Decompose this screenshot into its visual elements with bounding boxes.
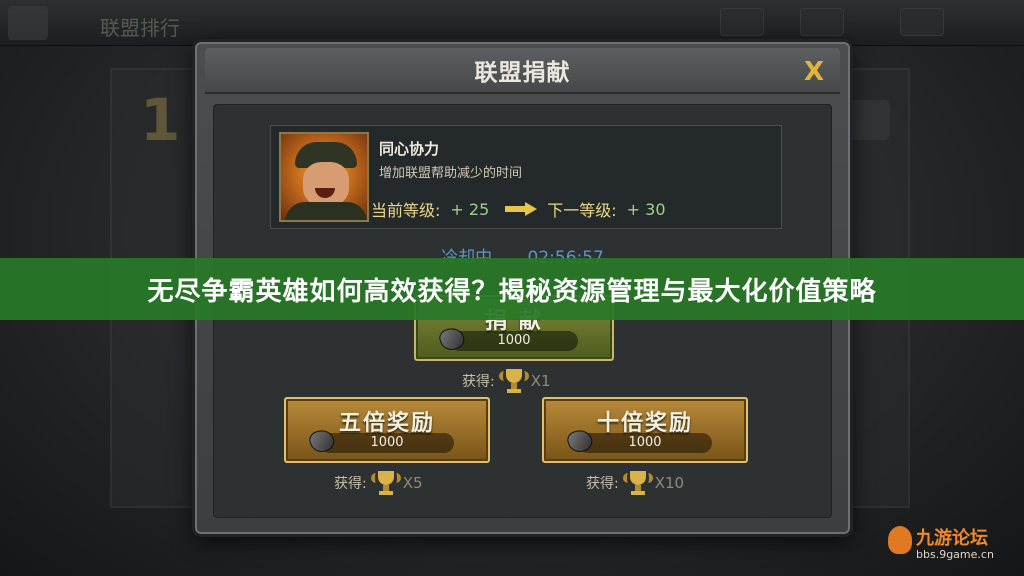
skill-description: 增加联盟帮助减少的时间 — [379, 166, 523, 181]
background-rank: 1 — [140, 86, 181, 154]
five-times-cost: 1000 — [306, 426, 454, 456]
nine-game-logo-icon — [888, 526, 912, 554]
current-level-label: 当前等级: — [371, 201, 441, 220]
ten-times-cost: 1000 — [564, 426, 712, 456]
trophy-icon — [498, 367, 529, 395]
watermark-title: 九游论坛 — [916, 528, 988, 549]
five-times-reward: 获得: X5 — [334, 469, 423, 497]
five-times-reward-label: 获得: — [334, 476, 367, 492]
ten-times-reward-multiplier: X10 — [654, 474, 685, 492]
site-watermark: 九游论坛 bbs.9game.cn — [888, 524, 1008, 566]
level-row: 当前等级: + 25 下一等级: + 30 — [371, 196, 775, 222]
dialog-header: 联盟捐献 X — [205, 48, 840, 94]
portrait-coat — [285, 202, 367, 220]
donate-reward: 获得: X1 — [462, 367, 551, 395]
donate-cost: 1000 — [436, 324, 578, 354]
arrow-right-icon — [505, 202, 539, 216]
background-check-icon — [850, 100, 890, 140]
officer-portrait — [279, 132, 369, 222]
close-button[interactable]: X — [798, 56, 830, 88]
trophy-icon — [370, 469, 401, 497]
settings-icon — [900, 8, 944, 36]
next-level-label: 下一等级: — [547, 201, 617, 220]
watermark-url: bbs.9game.cn — [916, 548, 994, 561]
dialog-title: 联盟捐献 — [474, 60, 571, 86]
back-button — [8, 6, 48, 40]
background-topbar: 联盟排行 — [0, 0, 1024, 46]
donate-reward-multiplier: X1 — [530, 372, 551, 390]
donate-cost-value: 1000 — [497, 333, 531, 348]
headline-banner: 无尽争霸英雄如何高效获得？揭秘资源管理与最大化价值策略 — [0, 258, 1024, 320]
five-times-cost-value: 1000 — [370, 435, 404, 450]
resource-chip — [800, 8, 844, 36]
ten-times-reward: 获得: X10 — [586, 469, 684, 497]
portrait-face — [303, 162, 349, 206]
ten-times-reward-button[interactable]: 十倍奖励 1000 — [542, 397, 748, 463]
trophy-icon — [622, 469, 653, 497]
current-level-value: + 25 — [450, 199, 490, 219]
skill-info-card: 同心协力 增加联盟帮助减少的时间 当前等级: + 25 下一等级: + 30 — [270, 125, 782, 229]
headline-text: 无尽争霸英雄如何高效获得？揭秘资源管理与最大化价值策略 — [147, 276, 877, 307]
donate-reward-label: 获得: — [462, 374, 495, 390]
five-times-reward-button[interactable]: 五倍奖励 1000 — [284, 397, 490, 463]
ten-times-reward-label: 获得: — [586, 476, 619, 492]
background-title: 联盟排行 — [100, 16, 180, 40]
five-times-reward-multiplier: X5 — [402, 474, 423, 492]
ten-times-cost-value: 1000 — [628, 435, 662, 450]
mail-icon — [720, 8, 764, 36]
next-level-value: + 30 — [626, 199, 666, 219]
skill-name: 同心协力 — [379, 140, 440, 158]
